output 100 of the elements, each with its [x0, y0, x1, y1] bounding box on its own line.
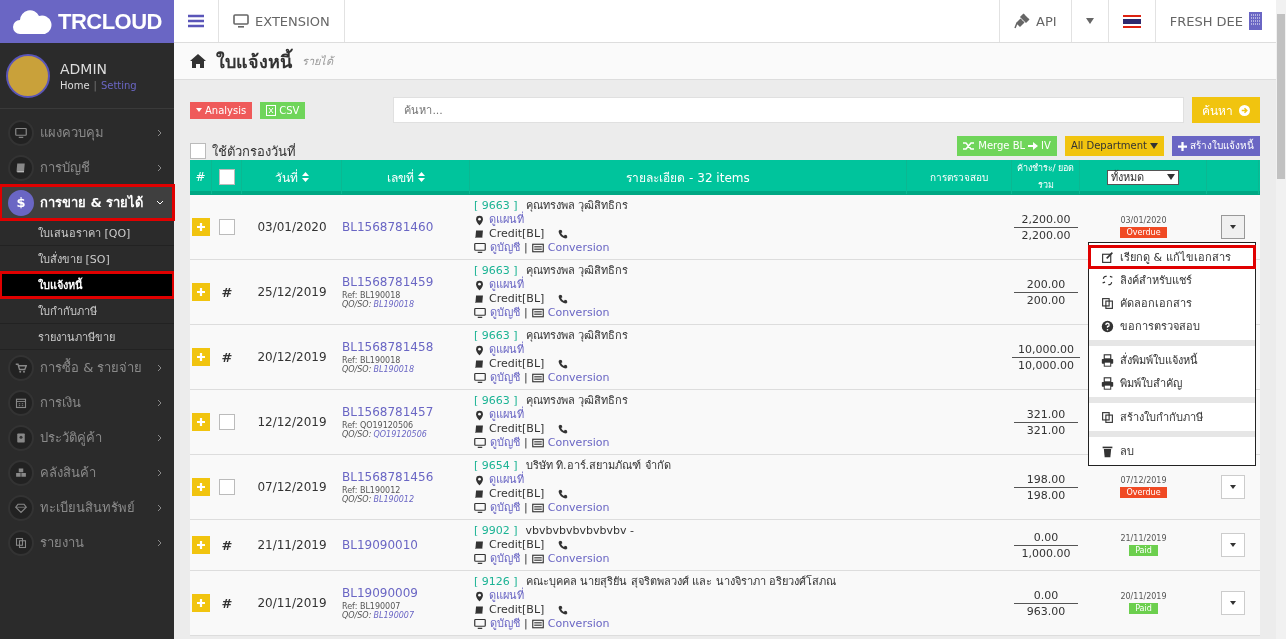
document-number-link[interactable]: BL19090010: [342, 538, 470, 552]
conversion-link[interactable]: Conversion: [547, 617, 610, 631]
monitor-icon: [474, 618, 486, 630]
outstanding-amount: 0.00: [1014, 530, 1078, 546]
card-icon: [531, 437, 544, 449]
sidebar-item[interactable]: รายงาน: [0, 525, 174, 560]
customer-name: vbvbvbvbvbvbvbv -: [525, 524, 634, 538]
qo-so-link[interactable]: QO19120506: [373, 430, 427, 439]
conversion-link[interactable]: Conversion: [547, 306, 610, 320]
printer-icon: [1101, 376, 1114, 390]
sidebar-item[interactable]: แผงควบคุม: [0, 115, 174, 150]
menu-item[interactable]: พิมพ์ใบสำคัญ: [1089, 372, 1255, 394]
row-checkbox[interactable]: [219, 219, 235, 235]
plus-icon: [196, 598, 206, 608]
outstanding-amount: 198.00: [1014, 472, 1078, 488]
sidebar-item[interactable]: การเงิน: [0, 385, 174, 420]
account-link[interactable]: ดูบัญชี: [490, 241, 520, 255]
logo-bar[interactable]: TRCLOUD: [0, 0, 174, 43]
sidebar-item[interactable]: การบัญชี: [0, 150, 174, 185]
page-subtitle: รายได้: [302, 54, 333, 70]
customer-name: คุณทรงพล วุฒิสิทธิกร: [525, 199, 629, 213]
credit-type: Credit[BL]: [489, 422, 545, 436]
phone-icon: [558, 424, 569, 434]
select-all-checkbox[interactable]: [218, 169, 235, 185]
account-link[interactable]: ดูบัญชี: [490, 617, 520, 631]
credit-type: Credit[BL]: [489, 357, 545, 371]
conversion-link[interactable]: Conversion: [547, 436, 610, 450]
add-button[interactable]: [192, 283, 210, 301]
account-link[interactable]: ดูบัญชี: [490, 306, 520, 320]
row-action-button[interactable]: [1221, 533, 1245, 557]
conversion-link[interactable]: Conversion: [547, 552, 610, 566]
qo-so-link[interactable]: BL190012: [373, 495, 414, 504]
add-button[interactable]: [192, 536, 210, 554]
status-date: 21/11/2019: [1120, 534, 1167, 543]
plus-icon: [196, 352, 206, 362]
analysis-button[interactable]: Analysis: [190, 101, 253, 119]
row-action-button[interactable]: [1221, 475, 1245, 499]
document-number-link[interactable]: BL19090009: [342, 586, 470, 600]
status-date: 20/11/2019: [1120, 592, 1167, 601]
sidebar-item[interactable]: คลังสินค้า: [0, 455, 174, 490]
menu-item[interactable]: สั่งพิมพ์ใบแจ้งหนี้: [1089, 349, 1255, 371]
chevron-right-icon: [156, 503, 164, 512]
home-link[interactable]: Home: [60, 79, 90, 91]
setting-link[interactable]: Setting: [100, 79, 137, 91]
extension-button[interactable]: EXTENSION: [219, 0, 345, 42]
api-button[interactable]: API: [999, 0, 1071, 42]
conversion-link[interactable]: Conversion: [547, 371, 610, 385]
home-icon[interactable]: [190, 54, 206, 68]
row-checkbox[interactable]: [219, 479, 235, 495]
customer-name: คุณทรงพล วุฒิสิทธิกร: [525, 264, 629, 278]
add-button[interactable]: [192, 478, 210, 496]
create-invoice-button[interactable]: สร้างใบแจ้งหนี้: [1172, 136, 1260, 156]
menu-item[interactable]: ลบ: [1089, 440, 1255, 462]
credit-type: Credit[BL]: [489, 603, 545, 617]
account-link[interactable]: ดูบัญชี: [490, 436, 520, 450]
add-button[interactable]: [192, 594, 210, 612]
search-field[interactable]: ค้นหา...: [393, 97, 1184, 123]
account-link[interactable]: ดูบัญชี: [490, 371, 520, 385]
add-button[interactable]: [192, 348, 210, 366]
qo-so-link[interactable]: BL190018: [373, 365, 414, 374]
qo-so-link[interactable]: BL190007: [373, 611, 414, 620]
add-button[interactable]: [192, 218, 210, 236]
row-checkbox[interactable]: [219, 414, 235, 430]
account-link[interactable]: ดูบัญชี: [490, 501, 520, 515]
qo-so-label: QO/SO:: [342, 365, 372, 374]
sort-icon: [417, 172, 425, 182]
qo-so-label: QO/SO:: [342, 430, 372, 439]
customer-name: คุณทรงพล วุฒิสิทธิกร: [525, 329, 629, 343]
row-action-button[interactable]: [1221, 591, 1245, 615]
map-pin-icon: [474, 474, 485, 486]
department-dropdown[interactable]: All Department: [1064, 136, 1164, 156]
document-number-link[interactable]: BL1568781459: [342, 275, 470, 289]
account-link[interactable]: ดูบัญชี: [490, 552, 520, 566]
qo-so-link[interactable]: BL190018: [373, 300, 414, 309]
conversion-link[interactable]: Conversion: [547, 501, 610, 515]
document-number-link[interactable]: BL1568781456: [342, 470, 470, 484]
document-number-link[interactable]: BL1568781458: [342, 340, 470, 354]
card-icon: [531, 618, 544, 630]
add-button[interactable]: [192, 413, 210, 431]
menu-item[interactable]: เรียกดู & แก้ไขเอกสาร: [1089, 246, 1255, 268]
row-action-button[interactable]: [1221, 215, 1245, 239]
menu-item[interactable]: สร้างใบกำกับภาษี: [1089, 406, 1255, 428]
status-date: 03/01/2020: [1120, 216, 1167, 225]
sidebar-item[interactable]: ทะเบียนสินทรัพย์: [0, 490, 174, 525]
document-number-link[interactable]: BL1568781460: [342, 220, 470, 234]
date-filter-checkbox[interactable]: [190, 143, 206, 159]
menu-item[interactable]: คัดลอกเอกสาร: [1089, 292, 1255, 314]
sidebar-item[interactable]: การซื้อ & รายจ่าย: [0, 350, 174, 385]
map-pin-icon: [474, 214, 485, 226]
document-number-link[interactable]: BL1568781457: [342, 405, 470, 419]
sidebar-subitem[interactable]: ใบแจ้งหนี้: [0, 272, 174, 298]
scrollbar[interactable]: [1276, 0, 1286, 639]
customer-code: [ 9902 ]: [474, 524, 518, 538]
menu-item[interactable]: ขอการตรวจสอบ: [1089, 315, 1255, 337]
status-filter-dropdown[interactable]: ทั้งหมด: [1107, 169, 1179, 185]
menu-icon: [188, 14, 204, 28]
sidebar-item[interactable]: $ การขาย & รายได้: [0, 185, 174, 220]
menu-item[interactable]: ลิงค์สำหรับแชร์: [1089, 269, 1255, 291]
sidebar-item[interactable]: ประวัติคู่ค้า: [0, 420, 174, 455]
conversion-link[interactable]: Conversion: [547, 241, 610, 255]
